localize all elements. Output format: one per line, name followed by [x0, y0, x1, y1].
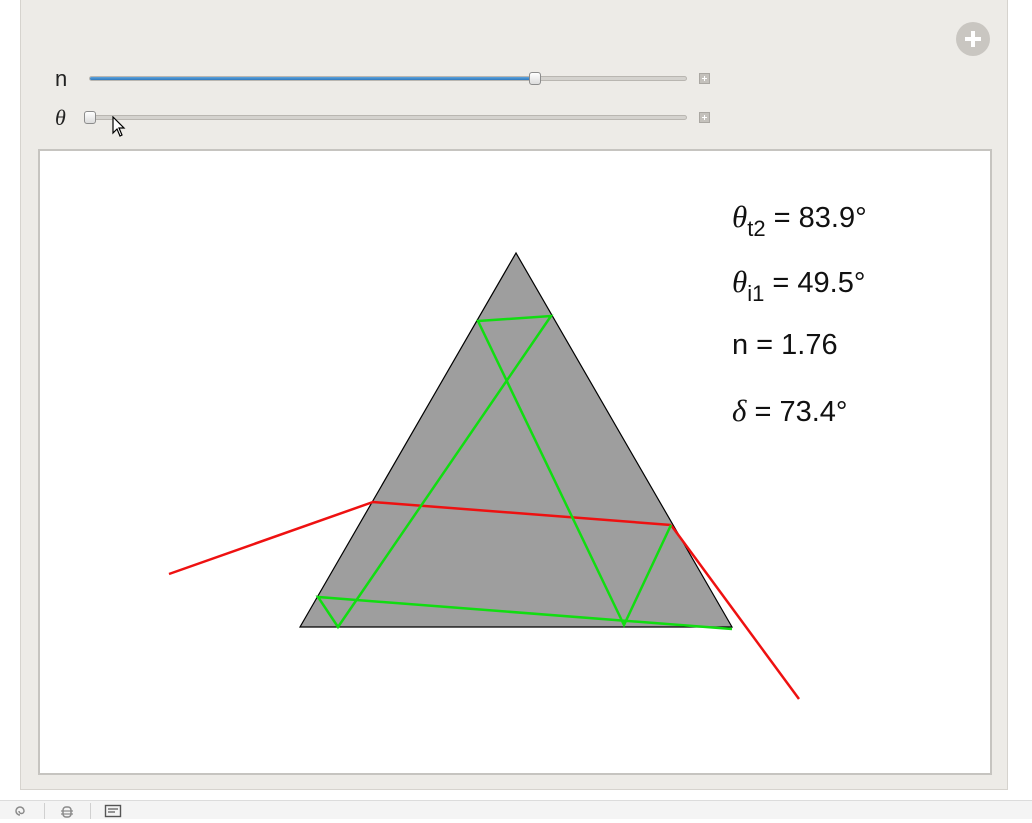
slider-n-thumb[interactable]	[528, 72, 541, 85]
bug-icon[interactable]	[59, 803, 75, 819]
readout-theta-t2-sub: t2	[747, 216, 766, 241]
readout-theta-t2: θt2 = 83.9°	[732, 199, 867, 241]
readout-n-value: n = 1.76	[732, 329, 838, 361]
slider-label-n: n	[55, 66, 68, 91]
readout-theta-t2-symbol: θ	[732, 199, 748, 234]
status-bar	[0, 800, 1032, 819]
slider-n-track[interactable]	[89, 72, 687, 85]
readout-n: n = 1.76	[732, 329, 838, 362]
slider-row-theta: θ	[21, 106, 721, 130]
slider-n-fill	[90, 77, 535, 80]
plus-circle-icon	[965, 31, 981, 47]
expand-controls-button[interactable]	[956, 22, 990, 56]
spiral-icon[interactable]	[12, 803, 28, 819]
readout-delta-symbol: δ	[732, 393, 747, 428]
status-divider	[90, 803, 91, 819]
slider-row-n: n	[21, 67, 721, 91]
readout-delta-value: = 73.4°	[746, 396, 848, 428]
prism-triangle	[298, 251, 734, 628]
readout-theta-i1: θi1 = 49.5°	[732, 264, 866, 306]
prism-diagram	[168, 251, 801, 700]
readout-delta: δ = 73.4°	[732, 393, 848, 429]
slider-theta-step-button[interactable]	[699, 112, 710, 123]
prism-canvas: θt2 = 83.9° θi1 = 49.5° n = 1.76 δ = 73.…	[38, 149, 992, 775]
slider-label-theta: θ	[55, 105, 66, 130]
slider-theta-thumb[interactable]	[84, 111, 96, 124]
status-divider	[44, 803, 45, 819]
readout-theta-i1-symbol: θ	[732, 264, 748, 299]
readout-theta-i1-sub: i1	[747, 281, 765, 306]
readout-theta-i1-value: = 49.5°	[764, 267, 866, 299]
slider-n-step-button[interactable]	[699, 73, 710, 84]
note-icon[interactable]	[104, 803, 122, 819]
slider-theta-track[interactable]	[84, 111, 687, 124]
demo-panel: n θ θt2 = 83.9° θi1 = 49.5° n = 1.76 δ =…	[20, 0, 1008, 790]
readout-theta-t2-value: = 83.9°	[765, 202, 867, 234]
